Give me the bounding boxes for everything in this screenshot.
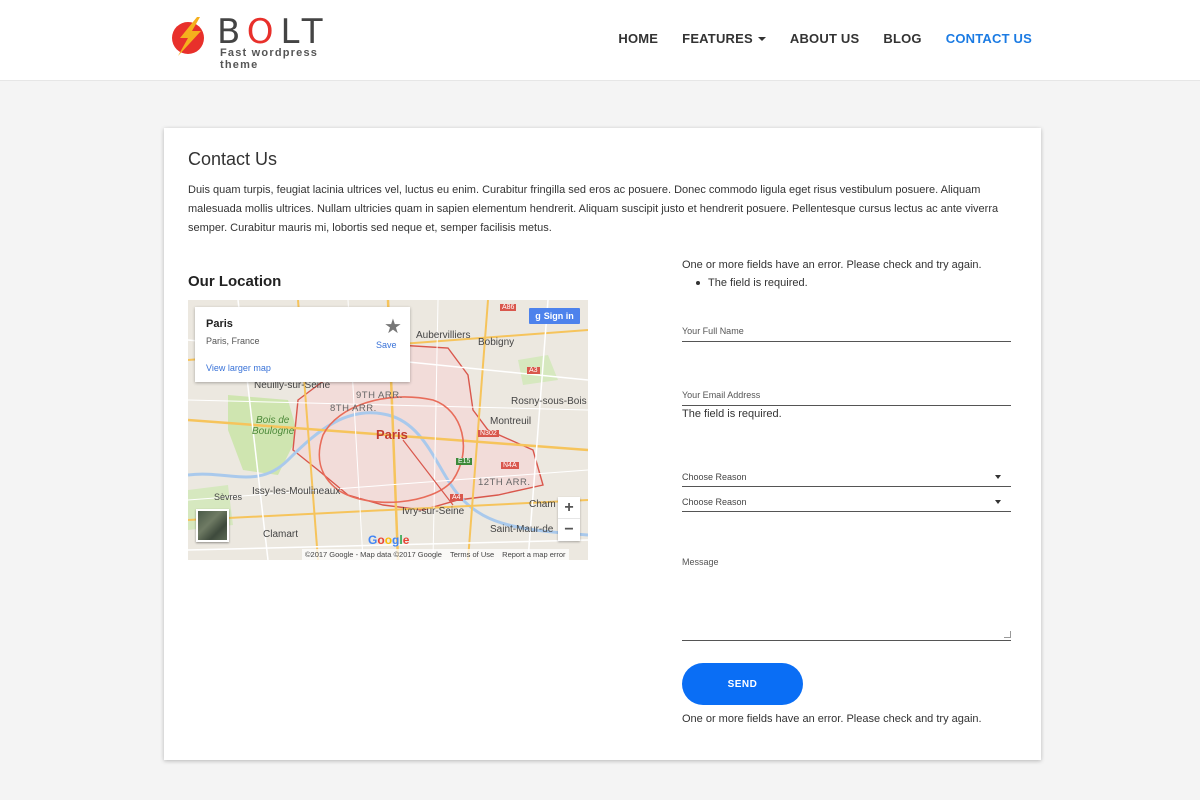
road-shield-a4: A4: [450, 494, 463, 501]
map-label-ivry: Ivry-sur-Seine: [402, 506, 465, 517]
map-place-name: Paris: [206, 318, 233, 330]
road-shield-e15: E15: [456, 458, 473, 465]
bullet-icon: [696, 281, 700, 285]
resize-handle-icon[interactable]: [1004, 631, 1011, 638]
nav-features[interactable]: FEATURES: [682, 31, 766, 46]
map-attribution-bar: ©2017 Google - Map data ©2017 Google Ter…: [302, 549, 569, 560]
map-terms-link[interactable]: Terms of Use: [450, 550, 494, 559]
brand-name: BOLT: [217, 12, 330, 52]
reason-select-1[interactable]: Choose Reason: [682, 464, 1011, 487]
map-label-9th-arr: 9TH ARR.: [356, 390, 403, 401]
google-logo: Google: [368, 533, 410, 547]
map-label-clamart: Clamart: [263, 529, 299, 540]
map-label-saint-maur: Saint-Maur-de: [490, 524, 554, 535]
site-header: BOLT Fast wordpress theme HOME FEATURES …: [0, 0, 1200, 81]
bolt-logo-icon: [172, 17, 204, 56]
email-field: [682, 385, 1011, 406]
map-label-montreuil: Montreuil: [490, 416, 532, 427]
view-larger-map-link[interactable]: View larger map: [206, 363, 271, 373]
map-zoom-controls: + −: [558, 497, 580, 541]
map-info-card: Paris Paris, France View larger map ★ Sa…: [195, 307, 410, 382]
form-error-summary: One or more fields have an error. Please…: [682, 259, 982, 271]
map-label-bois-de: Bois de: [256, 415, 290, 426]
road-shield-a3: A3: [527, 367, 540, 374]
location-map[interactable]: Aubervilliers Bobigny Neuilly-sur-Seine …: [188, 300, 588, 560]
map-label-rosny: Rosny-sous-Bois: [511, 396, 587, 407]
road-shield-n302: N302: [478, 430, 499, 437]
main-nav: HOME FEATURES ABOUT US BLOG CONTACT US: [618, 31, 1032, 46]
map-label-sevres: Sèvres: [214, 492, 243, 502]
road-shield-a86: A86: [500, 304, 517, 311]
site-logo[interactable]: BOLT Fast wordpress theme: [170, 12, 360, 71]
nav-blog[interactable]: BLOG: [883, 31, 921, 46]
zoom-out-button[interactable]: −: [558, 519, 580, 541]
map-label-paris: Paris: [376, 427, 408, 442]
map-place-address: Paris, France: [206, 336, 260, 346]
email-input[interactable]: [682, 385, 1011, 406]
nav-contact-us[interactable]: CONTACT US: [946, 31, 1032, 46]
map-label-boulogne: Boulogne: [252, 426, 295, 437]
email-field-error: The field is required.: [682, 408, 782, 420]
full-name-field: [682, 321, 1011, 342]
map-label-issy: Issy-les-Moulineaux: [252, 486, 341, 497]
dropdown-arrow-icon: [995, 500, 1001, 504]
reason-select-2[interactable]: Choose Reason: [682, 489, 1011, 512]
location-title: Our Location: [188, 273, 282, 290]
map-sign-in-button[interactable]: g Sign in: [529, 308, 580, 324]
send-button[interactable]: SEND: [682, 663, 803, 705]
caret-down-icon: [757, 36, 766, 41]
map-attribution: ©2017 Google - Map data ©2017 Google: [305, 550, 442, 559]
form-error-bullet: The field is required.: [696, 277, 808, 289]
map-label-bobigny: Bobigny: [478, 337, 515, 348]
zoom-in-button[interactable]: +: [558, 497, 580, 519]
contact-card: Contact Us Duis quam turpis, feugiat lac…: [164, 128, 1041, 760]
road-shield-n4a: N4A: [501, 462, 519, 469]
star-icon[interactable]: ★: [384, 317, 402, 337]
map-label-12th-arr: 12TH ARR.: [478, 477, 531, 488]
brand-tagline: Fast wordpress theme: [220, 47, 319, 71]
satellite-toggle[interactable]: [196, 509, 229, 542]
map-report-link[interactable]: Report a map error: [502, 550, 565, 559]
nav-home[interactable]: HOME: [618, 31, 658, 46]
form-error-footer: One or more fields have an error. Please…: [682, 713, 982, 725]
page-title: Contact Us: [188, 149, 278, 169]
full-name-input[interactable]: [682, 321, 1011, 342]
map-label-champigny: Cham: [529, 499, 556, 510]
google-g-icon: g: [535, 311, 541, 321]
map-label-aubervilliers: Aubervilliers: [416, 330, 471, 341]
dropdown-arrow-icon: [995, 475, 1001, 479]
map-label-8th-arr: 8TH ARR.: [330, 403, 377, 414]
intro-paragraph: Duis quam turpis, feugiat lacinia ultric…: [188, 184, 999, 234]
map-save-link[interactable]: Save: [376, 340, 397, 350]
nav-about-us[interactable]: ABOUT US: [790, 31, 860, 46]
message-textarea[interactable]: [682, 554, 1011, 641]
